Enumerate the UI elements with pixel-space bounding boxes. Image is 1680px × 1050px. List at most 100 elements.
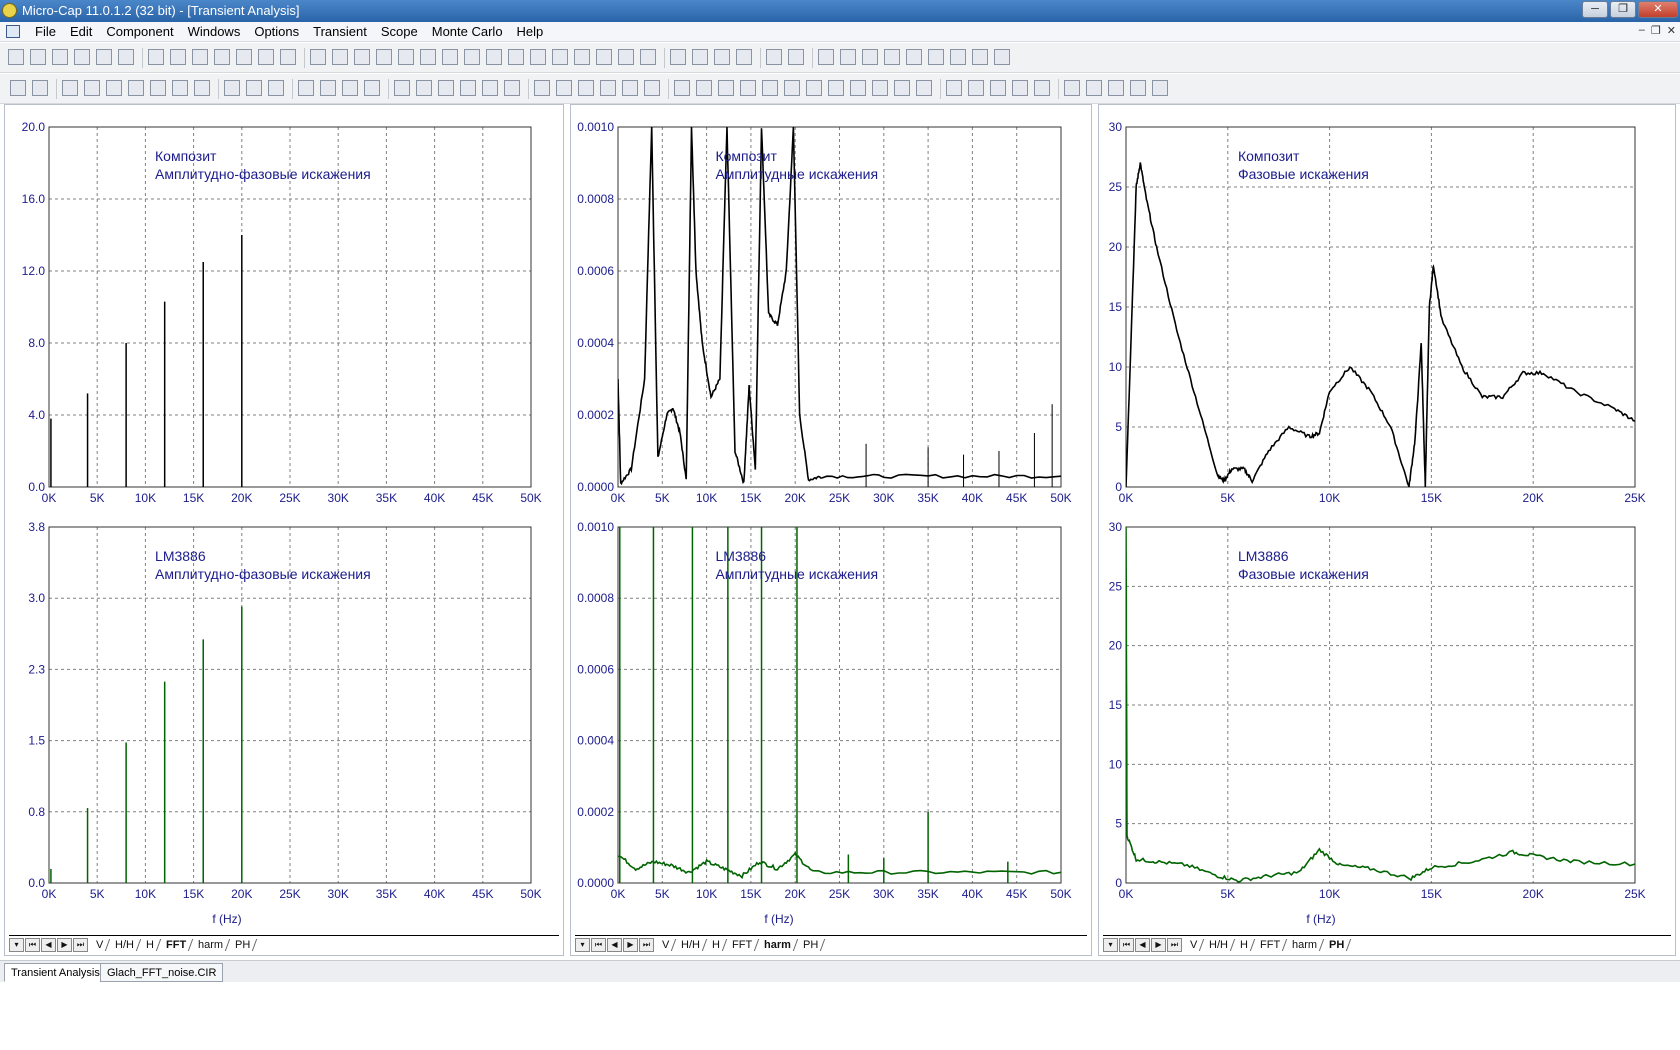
scale-3-icon[interactable] [150,80,166,96]
save-icon[interactable] [52,49,68,65]
tab-harm[interactable]: harm [1286,938,1325,951]
tab-v[interactable]: V [1183,938,1205,951]
source-icon[interactable] [552,49,568,65]
peak-icon[interactable] [320,80,336,96]
open-icon[interactable] [30,49,46,65]
globe-icon[interactable] [840,49,856,65]
window-icon[interactable] [788,49,804,65]
grid-icon[interactable] [928,49,944,65]
tab-h-h[interactable]: H/H [109,938,142,951]
wire-icon[interactable] [332,49,348,65]
marker-10-icon[interactable] [894,80,910,96]
tab-h-h[interactable]: H/H [1203,938,1236,951]
list-icon[interactable] [946,80,962,96]
junction-icon[interactable] [596,49,612,65]
battery-icon[interactable] [442,49,458,65]
fit-icon[interactable] [990,80,1006,96]
box-b-icon[interactable] [364,80,380,96]
ground-icon[interactable] [310,49,326,65]
tag-icon[interactable] [194,80,210,96]
menu-help[interactable]: Help [510,24,551,39]
zoom-region-icon[interactable] [84,80,100,96]
tile-horizontal-icon[interactable] [670,49,686,65]
marker-1-icon[interactable] [696,80,712,96]
capacitor-icon[interactable] [354,49,370,65]
mdi-close-button[interactable]: ✕ [1667,24,1676,37]
clipboard-icon[interactable] [916,80,932,96]
tab-h[interactable]: H [140,938,162,951]
prev-tab-icon[interactable]: ◀ [41,937,56,952]
prev-tab-icon[interactable]: ◀ [607,937,622,952]
scroll-menu-icon[interactable]: ▾ [9,937,24,952]
table-1-icon[interactable] [394,80,410,96]
box-a-icon[interactable] [342,80,358,96]
print-icon[interactable] [118,49,134,65]
diode-icon[interactable] [398,49,414,65]
tab-v[interactable]: V [655,938,677,951]
tab-h[interactable]: H [706,938,728,951]
marker-4-icon[interactable] [762,80,778,96]
lock-icon[interactable] [968,80,984,96]
new-icon[interactable] [8,49,24,65]
marker-8-icon[interactable] [850,80,866,96]
marker-6-icon[interactable] [806,80,822,96]
table-3-icon[interactable] [438,80,454,96]
delete-icon[interactable] [258,49,274,65]
marker-5-icon[interactable] [784,80,800,96]
marker-9-icon[interactable] [872,80,888,96]
clear-icon[interactable] [622,80,638,96]
opamp-icon[interactable] [530,49,546,65]
first-tab-icon[interactable]: ⏮ [25,937,40,952]
font-icon[interactable] [1108,80,1124,96]
run-icon[interactable] [224,80,240,96]
scale-2-icon[interactable] [128,80,144,96]
fit-2-icon[interactable] [1012,80,1028,96]
restore-icon[interactable] [714,49,730,65]
scroll-menu-icon[interactable]: ▾ [575,937,590,952]
menu-options[interactable]: Options [247,24,306,39]
text-icon[interactable] [172,80,188,96]
first-tab-icon[interactable]: ⏮ [591,937,606,952]
minimize-button[interactable]: ─ [1582,1,1608,18]
scroll-menu-icon[interactable]: ▾ [1103,937,1118,952]
grid-menu-icon[interactable] [1086,80,1102,96]
find-icon[interactable] [862,49,878,65]
close-button[interactable]: ✕ [1638,1,1678,18]
marker-3-icon[interactable] [740,80,756,96]
probe-icon[interactable] [574,49,590,65]
properties-icon[interactable] [884,49,900,65]
nmos-icon[interactable] [508,49,524,65]
mdi-minimize-button[interactable]: – [1639,24,1645,37]
graph-icon[interactable] [994,49,1010,65]
menu-edit[interactable]: Edit [63,24,99,39]
tab-h-h[interactable]: H/H [675,938,708,951]
prev-tab-icon[interactable]: ◀ [1135,937,1150,952]
tab-circuit-file[interactable]: Glach_FFT_noise.CIR [100,963,224,982]
window-region-icon[interactable] [62,80,78,96]
find-valley-icon[interactable] [556,80,572,96]
text-mode-icon[interactable] [906,49,922,65]
tab-fft[interactable]: FFT [160,938,194,951]
menu-component[interactable]: Component [99,24,180,39]
cut-icon[interactable] [192,49,208,65]
pnp-icon[interactable] [486,49,502,65]
last-tab-icon[interactable]: ⏭ [73,937,88,952]
tab-harm[interactable]: harm [758,938,799,951]
first-tab-icon[interactable]: ⏮ [1119,937,1134,952]
copy-icon[interactable] [214,49,230,65]
next-tab-icon[interactable]: ▶ [623,937,638,952]
zoom-out-icon[interactable] [1064,80,1080,96]
tab-ph[interactable]: PH [797,938,826,951]
maximize-button[interactable]: ❐ [1610,1,1636,18]
tab-h[interactable]: H [1234,938,1256,951]
menu-monte-carlo[interactable]: Monte Carlo [425,24,510,39]
tab-harm[interactable]: harm [192,938,231,951]
find-peak-icon[interactable] [534,80,550,96]
cascade-icon[interactable] [618,49,634,65]
paste-icon[interactable] [236,49,252,65]
find-low-icon[interactable] [600,80,616,96]
marker-7-icon[interactable] [828,80,844,96]
next-tab-icon[interactable]: ▶ [1151,937,1166,952]
menu-scope[interactable]: Scope [374,24,425,39]
data-points-icon[interactable] [644,80,660,96]
